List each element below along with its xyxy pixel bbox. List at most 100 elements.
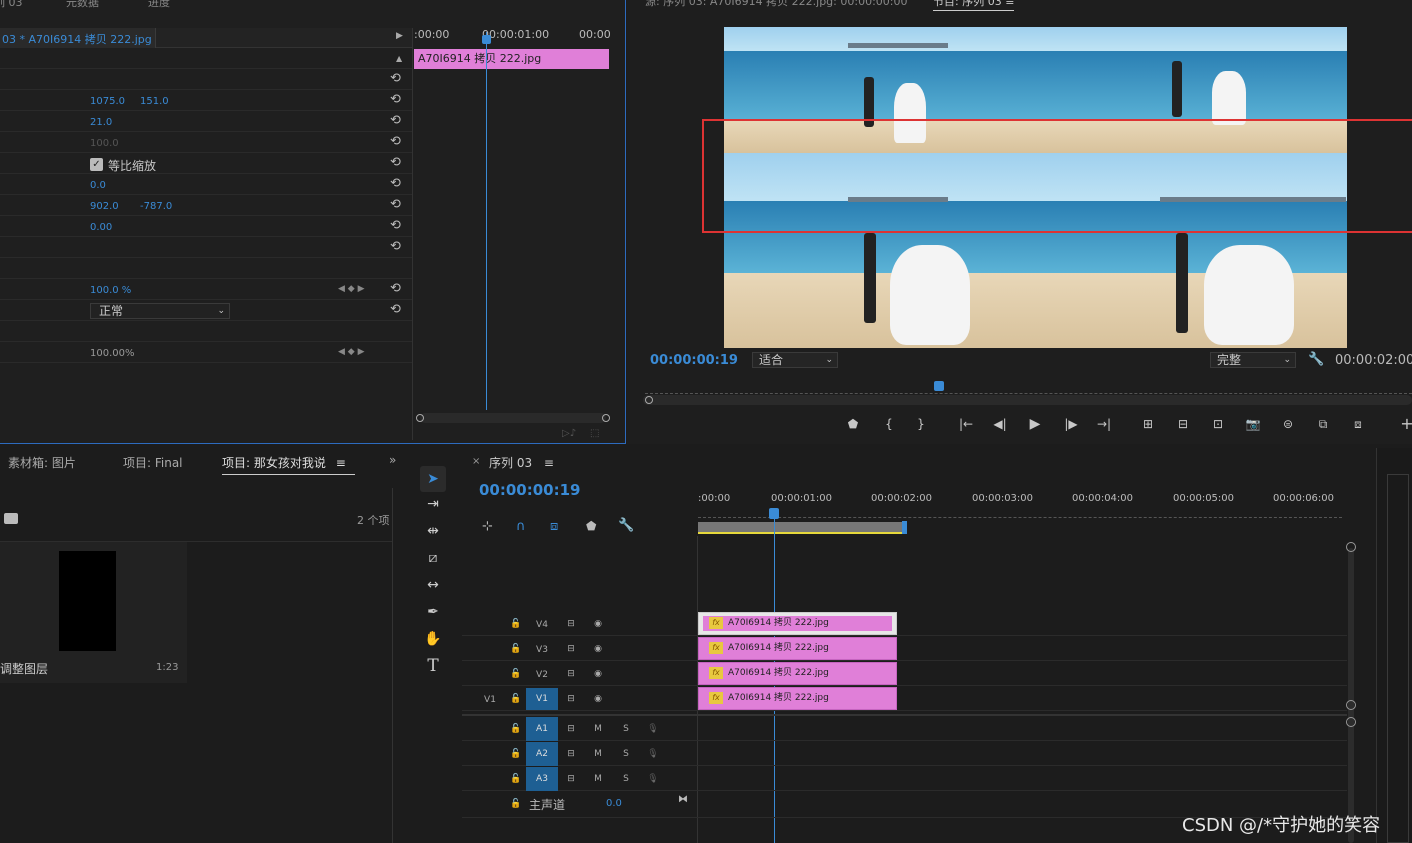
reset-icon[interactable]: ⟲ bbox=[390, 198, 404, 212]
blend-mode-select[interactable]: 正常 ⌄ bbox=[90, 303, 230, 319]
mini-timeline-ruler[interactable] bbox=[645, 382, 1412, 394]
clip-v2[interactable]: fx A70I6914 拷贝 222.jpg bbox=[698, 662, 897, 685]
sync-lock-icon[interactable]: ⊟ bbox=[564, 748, 578, 760]
insert-icon[interactable]: ⊡ bbox=[1210, 416, 1226, 432]
eye-icon[interactable]: ◉ bbox=[591, 618, 605, 630]
microphone-icon[interactable]: 🎙 bbox=[646, 773, 660, 785]
menu-icon[interactable]: ≡ bbox=[336, 456, 346, 470]
track-label-a1[interactable]: A1 bbox=[526, 717, 558, 741]
eye-icon[interactable]: ◉ bbox=[591, 668, 605, 680]
quality-select[interactable]: 完整 ⌄ bbox=[1210, 352, 1296, 368]
track-label-v4[interactable]: V4 bbox=[534, 619, 550, 631]
solo-button[interactable]: S bbox=[619, 748, 633, 760]
scroll-handle-right[interactable] bbox=[602, 414, 610, 422]
sync-lock-icon[interactable]: ⊟ bbox=[564, 643, 578, 655]
extract-icon[interactable]: ⊟ bbox=[1175, 416, 1191, 432]
sync-lock-icon[interactable]: ⊟ bbox=[564, 693, 578, 705]
lock-icon[interactable]: 🔓 bbox=[509, 643, 523, 655]
anchor-x-value[interactable]: 902.0 bbox=[90, 201, 119, 212]
fit-select[interactable]: 适合 ⌄ bbox=[752, 352, 838, 368]
step-forward-icon[interactable]: |▶ bbox=[1063, 416, 1079, 432]
clip-v4[interactable]: fx A70I6914 拷贝 222.jpg bbox=[698, 612, 897, 635]
keyframe-nav-icon[interactable]: ◀ ◆ ▶ bbox=[338, 284, 365, 294]
reset-icon[interactable]: ⟲ bbox=[390, 282, 404, 296]
scroll-handle-top[interactable] bbox=[1346, 542, 1356, 552]
linked-selection-icon[interactable]: ⧈ bbox=[550, 519, 558, 534]
time-remap-value[interactable]: 100.00% bbox=[90, 348, 135, 359]
go-to-out-icon[interactable]: →| bbox=[1096, 416, 1112, 432]
lock-icon[interactable]: 🔓 bbox=[509, 618, 523, 630]
scroll-up-icon[interactable]: ▲ bbox=[396, 54, 402, 63]
sync-lock-icon[interactable]: ⊟ bbox=[564, 668, 578, 680]
reset-icon[interactable]: ⟲ bbox=[390, 177, 404, 191]
compare-icon[interactable]: ⧉ bbox=[1315, 416, 1331, 432]
work-area-bar[interactable] bbox=[698, 522, 904, 534]
lock-icon[interactable]: 🔓 bbox=[509, 693, 523, 705]
scroll-handle-audio[interactable] bbox=[1346, 717, 1356, 727]
step-back-icon[interactable]: ◀| bbox=[992, 416, 1008, 432]
clip-v3[interactable]: fx A70I6914 拷贝 222.jpg bbox=[698, 637, 897, 660]
timeline-timecode[interactable]: 00:00:00:19 bbox=[479, 481, 581, 499]
antiflicker-value[interactable]: 0.00 bbox=[90, 222, 112, 233]
wrench-icon[interactable]: 🔧 bbox=[1308, 352, 1324, 367]
tab-bin-images[interactable]: 素材箱: 图片 bbox=[8, 454, 76, 471]
go-to-end-icon[interactable]: ⧓ bbox=[678, 794, 688, 805]
zoom-scrollbar[interactable] bbox=[416, 413, 610, 423]
program-playhead[interactable] bbox=[934, 381, 944, 391]
reset-icon[interactable]: ⟲ bbox=[390, 156, 404, 170]
slip-tool-icon[interactable]: ↔ bbox=[423, 575, 443, 595]
settings-wrench-icon[interactable]: 🔧 bbox=[618, 518, 634, 533]
timeline-vscroll[interactable] bbox=[1346, 542, 1356, 843]
position-x-value[interactable]: 1075.0 bbox=[90, 96, 125, 107]
toggle-proxy-icon[interactable]: ⧈ bbox=[1350, 416, 1366, 432]
source-patch-v1[interactable]: V1 bbox=[482, 694, 498, 706]
reset-icon[interactable]: ⟲ bbox=[390, 219, 404, 233]
search-bin-icon[interactable] bbox=[4, 513, 18, 524]
audio-filter-icon[interactable]: ▷♪ bbox=[562, 428, 576, 439]
type-tool-icon[interactable]: T bbox=[423, 656, 443, 676]
reset-icon[interactable]: ⟲ bbox=[390, 93, 404, 107]
scroll-handle-left[interactable] bbox=[416, 414, 424, 422]
master-value[interactable]: 0.0 bbox=[606, 798, 622, 809]
pen-tool-icon[interactable]: ✒ bbox=[423, 602, 443, 622]
go-to-in-icon[interactable]: |← bbox=[958, 416, 974, 432]
eye-icon[interactable]: ◉ bbox=[591, 693, 605, 705]
scroll-handle-left[interactable] bbox=[645, 396, 653, 404]
sync-lock-icon[interactable]: ⊟ bbox=[564, 773, 578, 785]
snap-magnet-icon[interactable]: ∩ bbox=[516, 519, 526, 534]
sequence-tab[interactable]: 序列 03 ≡ bbox=[489, 454, 554, 471]
nest-icon[interactable]: ⊹ bbox=[482, 519, 493, 534]
camera-icon[interactable]: 📷 bbox=[1245, 416, 1261, 432]
menu-icon[interactable]: ≡ bbox=[544, 456, 554, 470]
lock-icon[interactable]: 🔓 bbox=[509, 798, 523, 810]
tab-progress[interactable]: 进度 bbox=[148, 0, 170, 10]
anchor-y-value[interactable]: -787.0 bbox=[140, 201, 172, 212]
track-label-v1[interactable]: V1 bbox=[526, 688, 558, 710]
hand-tool-icon[interactable]: ✋ bbox=[423, 629, 443, 649]
reset-icon[interactable]: ⟲ bbox=[390, 303, 404, 317]
solo-button[interactable]: S bbox=[619, 723, 633, 735]
program-scrollbar[interactable] bbox=[643, 395, 1412, 405]
project-item-card[interactable]: 调整图层 1:23 bbox=[0, 542, 187, 683]
ripple-edit-tool-icon[interactable]: ⇹ bbox=[423, 521, 443, 541]
mute-button[interactable]: M bbox=[591, 723, 605, 735]
mute-button[interactable]: M bbox=[591, 773, 605, 785]
tab-sequence[interactable]: 列 03 bbox=[0, 0, 23, 10]
microphone-icon[interactable]: 🎙 bbox=[646, 748, 660, 760]
rotation-value[interactable]: 0.0 bbox=[90, 180, 106, 191]
reset-icon[interactable]: ⟲ bbox=[390, 114, 404, 128]
position-y-value[interactable]: 151.0 bbox=[140, 96, 169, 107]
reset-icon[interactable]: ⟲ bbox=[390, 240, 404, 254]
lock-icon[interactable]: 🔓 bbox=[509, 748, 523, 760]
play-arrow-icon[interactable]: ▶ bbox=[396, 31, 403, 41]
vr-icon[interactable]: ⊜ bbox=[1280, 416, 1296, 432]
scale-value[interactable]: 21.0 bbox=[90, 117, 112, 128]
reset-icon[interactable]: ⟲ bbox=[390, 135, 404, 149]
scrollbar-track[interactable] bbox=[392, 488, 393, 843]
mute-button[interactable]: M bbox=[591, 748, 605, 760]
mini-clip[interactable]: A70I6914 拷贝 222.jpg bbox=[414, 49, 609, 69]
solo-button[interactable]: S bbox=[619, 773, 633, 785]
playhead-handle[interactable] bbox=[482, 35, 491, 44]
program-timecode[interactable]: 00:00:00:19 bbox=[650, 353, 738, 368]
selection-tool-icon[interactable]: ➤ bbox=[423, 469, 443, 489]
